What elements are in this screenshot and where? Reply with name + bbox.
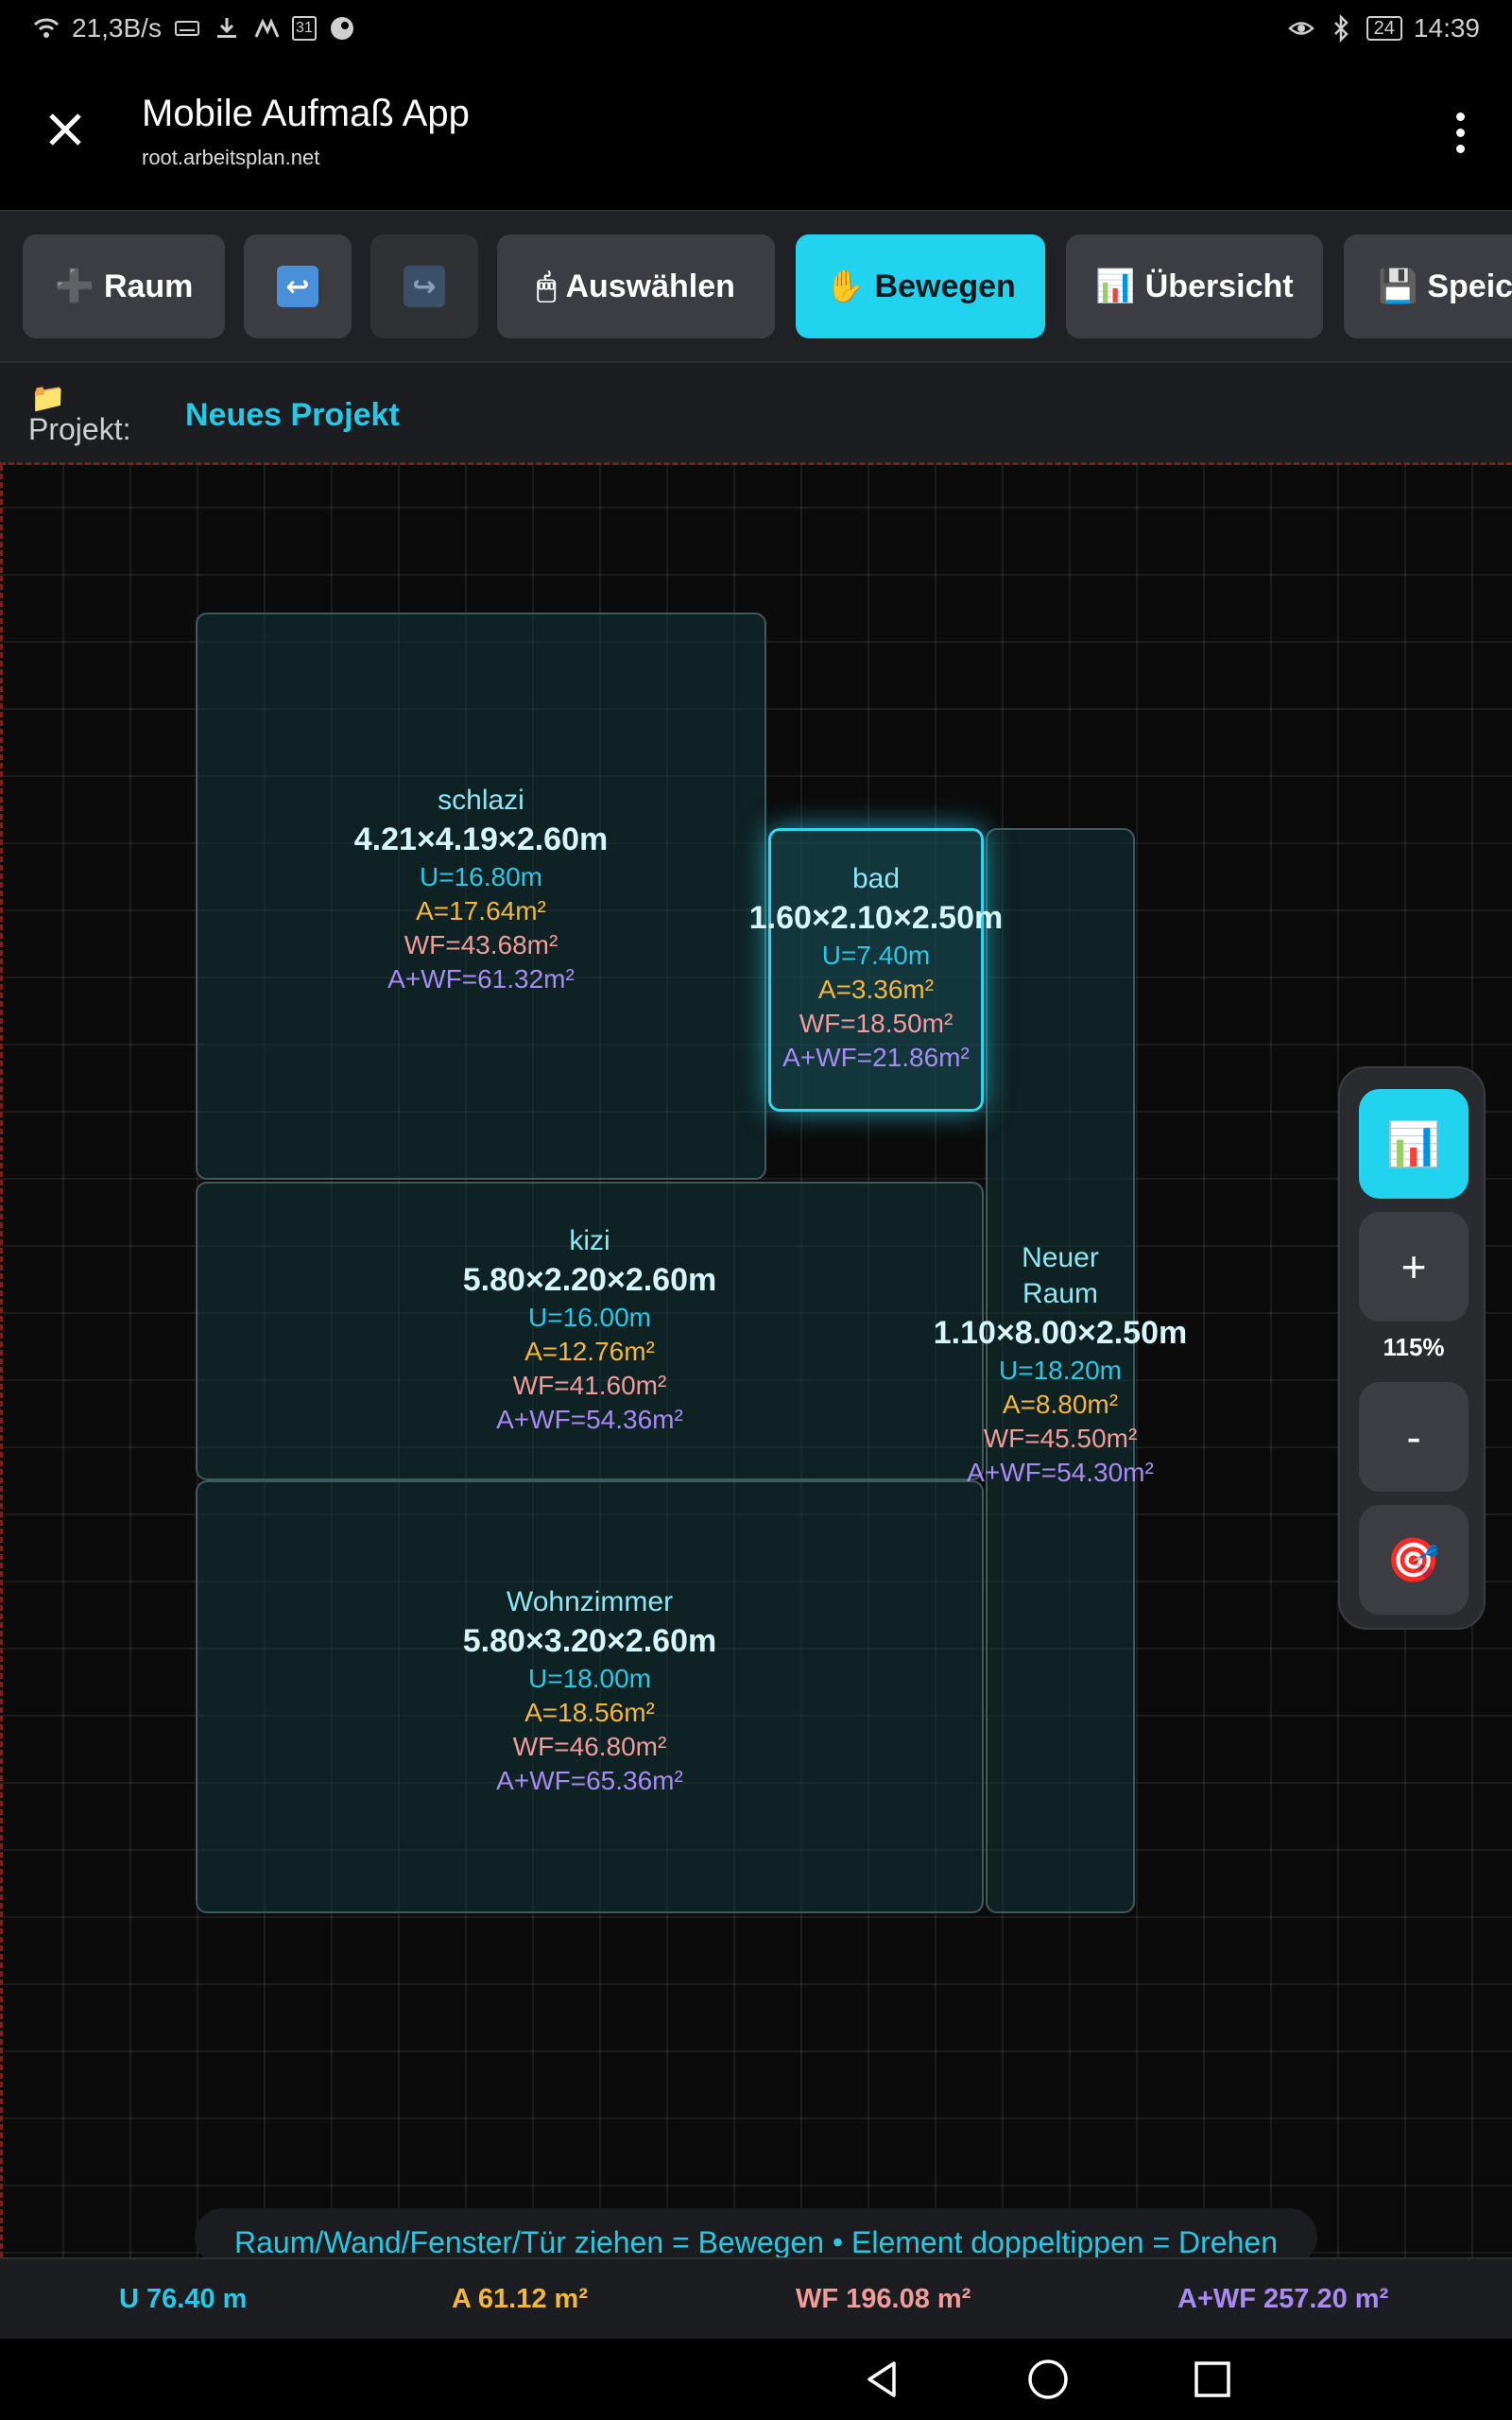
room-wall-area: WF=43.68m²	[404, 930, 558, 959]
room-kizi[interactable]: kizi 5.80×2.20×2.60m U=16.00m A=12.76m² …	[196, 1182, 984, 1480]
project-label: Projekt:	[28, 412, 131, 446]
download-icon	[216, 18, 236, 38]
room-perimeter: U=16.80m	[420, 862, 542, 891]
recents-icon[interactable]	[1189, 2356, 1236, 2403]
chart-icon: 📊	[1095, 268, 1136, 304]
minus-icon: -	[1406, 1412, 1421, 1461]
target-icon: 🎯	[1386, 1534, 1441, 1584]
undo-button[interactable]: ↩	[244, 234, 352, 338]
app-header: Mobile Aufmaß App root.arbeitsplan.net	[0, 57, 1512, 210]
more-options-icon[interactable]	[1436, 104, 1484, 161]
save-button[interactable]: 💾 Speich	[1344, 234, 1512, 338]
room-wall-area: WF=46.80m²	[512, 1732, 667, 1761]
redo-button[interactable]: ↪	[370, 234, 478, 338]
status-left: 21,3B/s 31	[32, 13, 356, 43]
select-tool-label: Auswählen	[565, 268, 735, 304]
save-label: Speich	[1427, 268, 1512, 304]
app-url: root.arbeitsplan.net	[142, 146, 320, 169]
room-name: bad	[851, 863, 901, 894]
room-area: A=8.80m²	[1002, 1390, 1119, 1419]
room-wall-area: WF=18.50m²	[799, 1009, 954, 1038]
room-dimensions: 5.80×2.20×2.60m	[462, 1262, 717, 1298]
calendar-icon: 31	[291, 16, 317, 41]
folder-icon: 📁	[30, 383, 66, 414]
project-bar: 📁 Projekt: Neues Projekt	[0, 363, 1512, 465]
toolbar: ➕ Raum ↩ ↪ 🖱 Auswählen ✋ Bewegen 📊 Übers…	[0, 210, 1512, 363]
floor-plan-canvas[interactable]: schlazi 4.21×4.19×2.60m U=16.80m A=17.64…	[0, 465, 1512, 2257]
move-tool-label: Bewegen	[874, 268, 1016, 304]
status-bar: 21,3B/s 31 24 14:39	[0, 0, 1512, 57]
select-tool-button[interactable]: 🖱 Auswählen	[497, 234, 775, 338]
zoom-panel: 📊 + 115% - 🎯	[1338, 1066, 1486, 1630]
status-right: 24 14:39	[1287, 13, 1480, 43]
home-icon[interactable]	[1024, 2356, 1072, 2403]
room-dimensions: 1.60×2.10×2.50m	[748, 900, 1004, 936]
hand-icon: ✋	[825, 268, 866, 304]
app-icon	[254, 18, 280, 38]
back-icon[interactable]	[860, 2356, 907, 2403]
room-wall-area: WF=45.50m²	[983, 1424, 1138, 1453]
room-bad[interactable]: bad 1.60×2.10×2.50m U=7.40m A=3.36m² WF=…	[749, 828, 1003, 1112]
room-dimensions: 5.80×3.20×2.60m	[462, 1623, 717, 1659]
keyboard-icon	[174, 21, 199, 36]
overview-label: Übersicht	[1144, 268, 1294, 304]
room-area: A=18.56m²	[524, 1698, 655, 1727]
room-area: A=12.76m²	[524, 1337, 655, 1366]
redo-icon: ↪	[404, 266, 445, 307]
zoom-out-button[interactable]: -	[1359, 1382, 1469, 1492]
room-name: Wohnzimmer	[506, 1586, 674, 1617]
eye-icon	[1287, 22, 1314, 35]
summary-bar: U 76.40 m A 61.12 m² WF 196.08 m² A+WF 2…	[0, 2257, 1512, 2339]
room-wall-area: WF=41.60m²	[512, 1371, 667, 1400]
room-dimensions: 1.10×8.00×2.50m	[933, 1315, 1188, 1351]
zoom-in-button[interactable]: +	[1359, 1212, 1469, 1322]
add-room-button[interactable]: ➕ Raum	[23, 234, 225, 338]
steam-icon	[330, 17, 353, 40]
room-perimeter: U=7.40m	[821, 941, 931, 970]
room-dimensions: 4.21×4.19×2.60m	[353, 821, 609, 857]
chart-icon: 📊	[1386, 1118, 1441, 1168]
room-wohnzimmer[interactable]: Wohnzimmer 5.80×3.20×2.60m U=18.00m A=18…	[196, 1480, 984, 1913]
wifi-icon	[33, 18, 60, 38]
undo-icon: ↩	[277, 266, 318, 307]
zoom-level: 115%	[1383, 1333, 1445, 1361]
room-perimeter: U=18.00m	[528, 1664, 651, 1693]
total-combined-area: A+WF 257.20 m²	[1177, 2284, 1389, 2314]
app-title: Mobile Aufmaß App	[142, 93, 470, 134]
room-total-area: A+WF=21.86m²	[782, 1043, 970, 1072]
room-perimeter: U=16.00m	[528, 1303, 651, 1332]
room-total-area: A+WF=54.30m²	[967, 1458, 1154, 1487]
room-schlazi[interactable]: schlazi 4.21×4.19×2.60m U=16.80m A=17.64…	[196, 613, 766, 1180]
project-name[interactable]: Neues Projekt	[185, 397, 400, 434]
center-view-button[interactable]: 🎯	[1359, 1505, 1469, 1615]
room-area: A=3.36m²	[817, 975, 935, 1004]
plus-icon: ➕	[54, 268, 94, 304]
room-name: kizi	[569, 1225, 610, 1256]
network-speed: 21,3B/s	[72, 13, 162, 43]
total-perimeter: U 76.40 m	[119, 2284, 248, 2314]
total-wall-area: WF 196.08 m²	[796, 2284, 971, 2314]
plus-icon: +	[1400, 1242, 1427, 1291]
navigation-bar	[0, 2339, 1512, 2420]
bluetooth-icon	[1333, 14, 1349, 43]
add-room-label: Raum	[103, 268, 194, 304]
stats-button[interactable]: 📊	[1359, 1089, 1469, 1199]
total-area: A 61.12 m²	[452, 2284, 588, 2314]
clock: 14:39	[1413, 13, 1480, 43]
room-area: A=17.64m²	[416, 896, 546, 925]
overview-button[interactable]: 📊 Übersicht	[1066, 234, 1323, 338]
floppy-icon: 💾	[1378, 268, 1418, 304]
close-icon[interactable]	[42, 106, 89, 153]
move-tool-button[interactable]: ✋ Bewegen	[796, 234, 1045, 338]
room-name-line-2: Raum	[1022, 1278, 1099, 1309]
room-perimeter: U=18.20m	[999, 1356, 1122, 1385]
room-total-area: A+WF=61.32m²	[387, 964, 575, 994]
room-name-line-1: Neuer	[1022, 1242, 1099, 1273]
room-total-area: A+WF=65.36m²	[496, 1766, 683, 1795]
room-total-area: A+WF=54.36m²	[496, 1405, 683, 1434]
battery-indicator: 24	[1366, 16, 1402, 41]
room-name: schlazi	[438, 785, 524, 816]
hint-banner: Raum/Wand/Fenster/Tür ziehen = Bewegen •…	[195, 2208, 1317, 2265]
mouse-icon: 🖱	[537, 268, 557, 304]
